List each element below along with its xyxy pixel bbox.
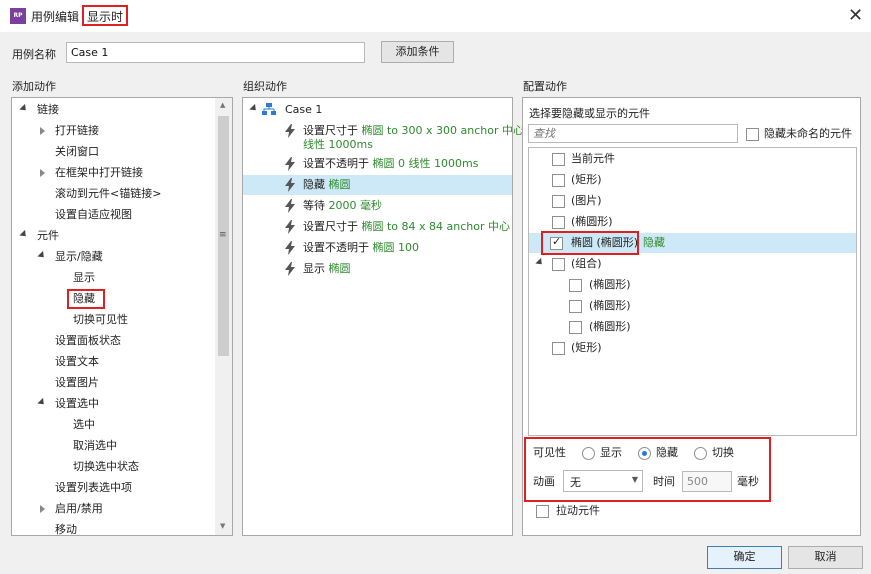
action-item-continued[interactable]: 线性 1000ms xyxy=(303,136,373,154)
action-item[interactable]: 显示 椭圆 xyxy=(303,260,351,278)
case-name-label: 用例名称 xyxy=(12,48,56,61)
widget-item[interactable]: (椭圆形) xyxy=(589,276,631,294)
organize-header: 组织动作 xyxy=(243,80,287,93)
tree-item-select[interactable]: 选中 xyxy=(73,416,95,434)
collapse-icon[interactable] xyxy=(40,505,45,513)
tree-item-show[interactable]: 显示 xyxy=(73,269,95,287)
radio-show[interactable] xyxy=(582,447,595,460)
widget-checkbox[interactable] xyxy=(569,300,582,313)
radio-hide-label[interactable]: 隐藏 xyxy=(656,444,678,462)
lightning-icon xyxy=(285,157,295,171)
tree-item-scroll-to[interactable]: 滚动到元件<锚链接> xyxy=(55,185,161,203)
scroll-up-icon[interactable]: ▲ xyxy=(220,101,225,109)
radio-show-label[interactable]: 显示 xyxy=(600,444,622,462)
tree-item-set-image[interactable]: 设置图片 xyxy=(55,374,99,392)
tree-item-set-selected[interactable]: 设置选中 xyxy=(55,395,99,413)
hide-unnamed-checkbox[interactable] xyxy=(746,128,759,141)
widget-hide-tag: 隐藏 xyxy=(643,236,665,249)
animation-value: 无 xyxy=(570,476,581,489)
lightning-icon xyxy=(285,124,295,138)
case-icon xyxy=(262,103,276,115)
cancel-button[interactable]: 取消 xyxy=(788,546,863,569)
tree-item-move[interactable]: 移动 xyxy=(55,521,77,539)
widget-checkbox[interactable] xyxy=(569,321,582,334)
app-icon: RP xyxy=(10,8,26,24)
action-item-selected[interactable]: 隐藏 椭圆 xyxy=(303,176,351,194)
scroll-grip-icon: ≡ xyxy=(219,230,227,240)
widget-item[interactable]: (矩形) xyxy=(571,171,602,189)
window-title-event: 显示时 xyxy=(82,5,129,26)
animation-select[interactable]: 无 ▼ xyxy=(563,470,643,492)
widget-item[interactable]: (矩形) xyxy=(571,339,602,357)
widget-item[interactable]: (椭圆形) xyxy=(589,318,631,336)
collapse-icon[interactable] xyxy=(40,127,45,135)
lightning-icon xyxy=(285,262,295,276)
add-action-header: 添加动作 xyxy=(12,80,56,93)
hide-unnamed-label: 隐藏未命名的元件 xyxy=(764,127,852,140)
animation-label: 动画 xyxy=(533,475,555,488)
tree-item-enable-disable[interactable]: 启用/禁用 xyxy=(55,500,103,518)
collapse-icon[interactable] xyxy=(40,169,45,177)
widget-item[interactable]: (椭圆形) xyxy=(571,213,613,231)
configure-subheader: 选择要隐藏或显示的元件 xyxy=(529,107,650,120)
tree-item-links[interactable]: 链接 xyxy=(37,101,59,119)
scroll-down-icon[interactable]: ▼ xyxy=(220,522,225,530)
tree-item-set-text[interactable]: 设置文本 xyxy=(55,353,99,371)
widget-checkbox[interactable] xyxy=(569,279,582,292)
add-condition-button[interactable]: 添加条件 xyxy=(381,41,454,63)
widget-checkbox[interactable] xyxy=(552,258,565,271)
widget-checkbox-checked[interactable] xyxy=(550,235,563,250)
widget-item[interactable]: 当前元件 xyxy=(571,150,615,168)
lightning-icon xyxy=(285,241,295,255)
action-item[interactable]: 设置尺寸于 椭圆 to 84 x 84 anchor 中心 xyxy=(303,218,510,236)
widget-checkbox[interactable] xyxy=(552,216,565,229)
title-bar xyxy=(0,0,871,32)
widget-checkbox[interactable] xyxy=(552,174,565,187)
tree-item-open-link[interactable]: 打开链接 xyxy=(55,122,99,140)
pull-widget-label: 拉动元件 xyxy=(556,504,600,517)
tree-item-close-window[interactable]: 关闭窗口 xyxy=(55,143,99,161)
widget-item[interactable]: (图片) xyxy=(571,192,602,210)
widget-item[interactable]: (椭圆形) xyxy=(589,297,631,315)
action-item[interactable]: 设置不透明于 椭圆 100 xyxy=(303,239,419,257)
time-input[interactable] xyxy=(682,471,732,492)
widget-checkbox[interactable] xyxy=(552,153,565,166)
case-name-input[interactable] xyxy=(66,42,365,63)
chevron-down-icon: ▼ xyxy=(631,475,638,484)
widget-search-input[interactable] xyxy=(528,124,738,143)
lightning-icon xyxy=(285,199,295,213)
tree-item-adaptive-view[interactable]: 设置自适应视图 xyxy=(55,206,132,224)
radio-toggle-label[interactable]: 切换 xyxy=(712,444,734,462)
close-icon[interactable]: ✕ xyxy=(848,5,863,26)
tree-item-list-selected[interactable]: 设置列表选中项 xyxy=(55,479,132,497)
tree-item-panel-state[interactable]: 设置面板状态 xyxy=(55,332,121,350)
case-label[interactable]: Case 1 xyxy=(285,101,322,119)
tree-item-toggle-selected[interactable]: 切换选中状态 xyxy=(73,458,139,476)
tree-item-widgets[interactable]: 元件 xyxy=(37,227,59,245)
visibility-label: 可见性 xyxy=(533,446,566,459)
widget-item-ellipse[interactable]: 椭圆 (椭圆形) xyxy=(571,234,638,252)
widget-item-group[interactable]: (组合) xyxy=(571,255,602,273)
ok-button[interactable]: 确定 xyxy=(707,546,782,569)
time-unit: 毫秒 xyxy=(737,475,759,488)
lightning-icon xyxy=(285,220,295,234)
action-item[interactable]: 设置不透明于 椭圆 0 线性 1000ms xyxy=(303,155,478,173)
pull-widget-checkbox[interactable] xyxy=(536,505,549,518)
tree-item-open-in-frame[interactable]: 在框架中打开链接 xyxy=(55,164,143,182)
time-label: 时间 xyxy=(653,475,675,488)
configure-header: 配置动作 xyxy=(523,80,567,93)
widget-checkbox[interactable] xyxy=(552,195,565,208)
radio-hide[interactable] xyxy=(638,447,651,460)
tree-item-toggle-visibility[interactable]: 切换可见性 xyxy=(73,311,128,329)
lightning-icon xyxy=(285,178,295,192)
tree-item-hide[interactable]: 隐藏 xyxy=(73,290,95,308)
widget-checkbox[interactable] xyxy=(552,342,565,355)
radio-toggle[interactable] xyxy=(694,447,707,460)
window-title: 用例编辑 xyxy=(31,10,80,24)
tree-item-show-hide[interactable]: 显示/隐藏 xyxy=(55,248,103,266)
action-item[interactable]: 等待 2000 毫秒 xyxy=(303,197,382,215)
tree-item-unselect[interactable]: 取消选中 xyxy=(73,437,117,455)
